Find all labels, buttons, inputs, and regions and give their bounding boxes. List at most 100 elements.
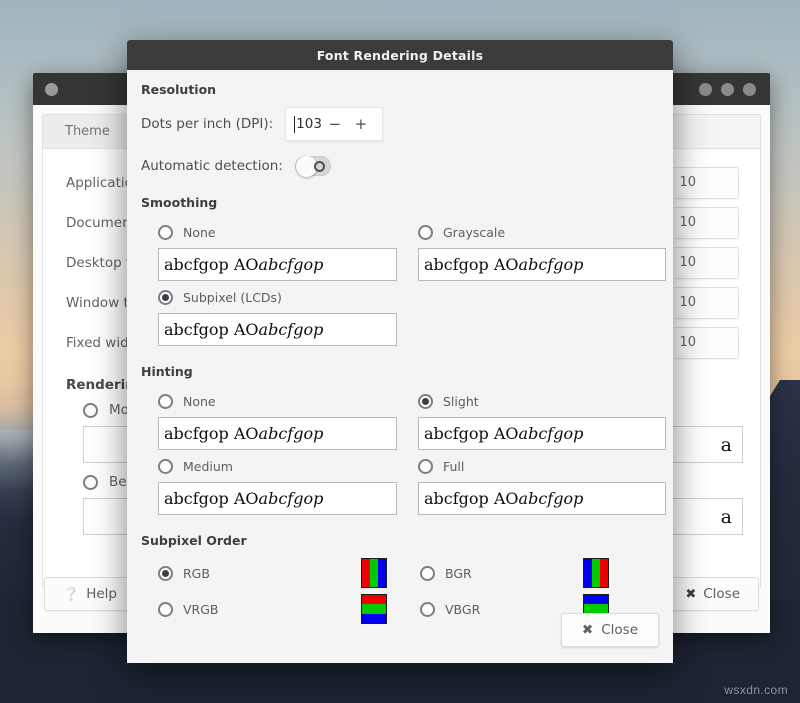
radio-icon[interactable] <box>83 475 98 490</box>
hinting-medium-row[interactable]: Medium <box>141 454 401 478</box>
dialog-titlebar[interactable]: Font Rendering Details <box>127 40 673 70</box>
smoothing-option-label: Subpixel (LCDs) <box>183 290 282 305</box>
subpixel-option-bgr[interactable]: BGR <box>403 566 583 581</box>
radio-icon[interactable] <box>158 566 173 581</box>
sample-text-italic: abcfgop <box>519 489 584 508</box>
hinting-option-medium: Medium abcfgop AO abcfgop <box>141 454 401 519</box>
sample-text-regular: abcfgop AO <box>164 489 259 508</box>
sample-text-regular: abcfgop AO <box>164 424 259 443</box>
dpi-increment-button[interactable]: + <box>348 115 374 133</box>
dialog-footer: ✖ Close <box>561 613 659 647</box>
hinting-slight-row[interactable]: Slight <box>401 389 661 413</box>
radio-icon[interactable] <box>158 225 173 240</box>
radio-icon[interactable] <box>158 394 173 409</box>
close-button-label: Close <box>703 586 740 602</box>
hinting-option-label: None <box>183 394 216 409</box>
hinting-option-slight: Slight abcfgop AO abcfgop <box>401 389 661 454</box>
tab-theme[interactable]: Theme <box>43 115 133 148</box>
sample-text-italic: abcfgop <box>259 255 324 274</box>
resolution-heading: Resolution <box>141 82 659 97</box>
smoothing-option-none: None abcfgop AO abcfgop <box>141 220 401 285</box>
help-button-label: Help <box>86 586 117 602</box>
text-caret <box>294 116 295 133</box>
dpi-input[interactable]: 103 <box>286 116 322 132</box>
radio-icon[interactable] <box>418 459 433 474</box>
dpi-decrement-button[interactable]: − <box>322 115 348 133</box>
window-maximize-button[interactable] <box>721 83 734 96</box>
close-icon: ✖ <box>685 587 696 602</box>
hinting-sample-full: abcfgop AO abcfgop <box>418 482 666 515</box>
hinting-none-row[interactable]: None <box>141 389 401 413</box>
hinting-heading: Hinting <box>141 364 659 379</box>
smoothing-none-row[interactable]: None <box>141 220 401 244</box>
subpixel-swatch-rgb <box>361 558 387 588</box>
automatic-detection-toggle[interactable] <box>295 156 331 176</box>
smoothing-option-label: Grayscale <box>443 225 505 240</box>
subpixel-option-label: VRGB <box>183 602 219 617</box>
subpixel-option-label: RGB <box>183 566 210 581</box>
window-menu-button[interactable] <box>45 83 58 96</box>
radio-icon[interactable] <box>158 459 173 474</box>
hinting-options: None abcfgop AO abcfgop Slight abcfgop A… <box>141 389 659 519</box>
smoothing-spacer <box>401 285 661 350</box>
hinting-option-label: Full <box>443 459 464 474</box>
smoothing-heading: Smoothing <box>141 195 659 210</box>
hinting-full-row[interactable]: Full <box>401 454 661 478</box>
window-minimize-button[interactable] <box>699 83 712 96</box>
sample-text-italic: abcfgop <box>259 489 324 508</box>
sample-text-regular: abcfgop AO <box>164 255 259 274</box>
subpixel-swatch-vrgb <box>361 594 387 624</box>
radio-icon[interactable] <box>158 602 173 617</box>
close-button[interactable]: ✖ Close <box>666 577 759 611</box>
close-icon: ✖ <box>582 622 593 638</box>
watermark-text: wsxdn.com <box>724 683 788 697</box>
toggle-off-icon <box>314 161 325 172</box>
smoothing-option-subpixel: Subpixel (LCDs) abcfgop AO abcfgop <box>141 285 401 350</box>
radio-icon[interactable] <box>158 290 173 305</box>
smoothing-sample-none: abcfgop AO abcfgop <box>158 248 397 281</box>
hinting-sample-slight: abcfgop AO abcfgop <box>418 417 666 450</box>
dpi-row: Dots per inch (DPI): 103 − + <box>141 107 659 141</box>
subpixel-option-label: VBGR <box>445 602 480 617</box>
smoothing-option-label: None <box>183 225 216 240</box>
window-close-button[interactable] <box>743 83 756 96</box>
radio-icon[interactable] <box>418 225 433 240</box>
sample-text-regular: abcfgop AO <box>424 424 519 443</box>
hinting-sample-medium: abcfgop AO abcfgop <box>158 482 397 515</box>
dpi-label: Dots per inch (DPI): <box>141 116 273 132</box>
sample-text-italic: abcfgop <box>259 424 324 443</box>
smoothing-subpixel-row[interactable]: Subpixel (LCDs) <box>141 285 401 309</box>
smoothing-grayscale-row[interactable]: Grayscale <box>401 220 661 244</box>
sample-text-regular: abcfgop AO <box>424 489 519 508</box>
hinting-sample-none: abcfgop AO abcfgop <box>158 417 397 450</box>
subpixel-option-label: BGR <box>445 566 472 581</box>
sample-text-italic: abcfgop <box>519 255 584 274</box>
dpi-spinner[interactable]: 103 − + <box>285 107 383 141</box>
hinting-option-none: None abcfgop AO abcfgop <box>141 389 401 454</box>
sample-text-italic: abcfgop <box>519 424 584 443</box>
subpixel-swatch-bgr <box>583 558 609 588</box>
hinting-option-label: Medium <box>183 459 233 474</box>
subpixel-option-vbgr[interactable]: VBGR <box>403 602 583 617</box>
smoothing-option-grayscale: Grayscale abcfgop AO abcfgop <box>401 220 661 285</box>
sample-text-italic: abcfgop <box>259 320 324 339</box>
subpixel-option-rgb[interactable]: RGB <box>141 566 361 581</box>
automatic-detection-row: Automatic detection: <box>141 151 659 181</box>
subpixel-option-vrgb[interactable]: VRGB <box>141 602 361 617</box>
sample-text-regular: abcfgop AO <box>424 255 519 274</box>
help-icon: ❔ <box>63 587 79 602</box>
subpixel-order-heading: Subpixel Order <box>141 533 659 548</box>
dialog-title: Font Rendering Details <box>317 48 484 63</box>
radio-icon[interactable] <box>420 566 435 581</box>
radio-icon[interactable] <box>420 602 435 617</box>
font-rendering-details-dialog[interactable]: Font Rendering Details Resolution Dots p… <box>127 40 673 663</box>
dialog-close-label: Close <box>601 622 638 638</box>
radio-icon[interactable] <box>83 403 98 418</box>
hinting-option-label: Slight <box>443 394 479 409</box>
dialog-body: Resolution Dots per inch (DPI): 103 − + … <box>127 70 673 663</box>
help-button[interactable]: ❔ Help <box>44 577 136 611</box>
smoothing-options: None abcfgop AO abcfgop Grayscale abcfgo… <box>141 220 659 350</box>
smoothing-sample-subpixel: abcfgop AO abcfgop <box>158 313 397 346</box>
dialog-close-button[interactable]: ✖ Close <box>561 613 659 647</box>
radio-icon[interactable] <box>418 394 433 409</box>
